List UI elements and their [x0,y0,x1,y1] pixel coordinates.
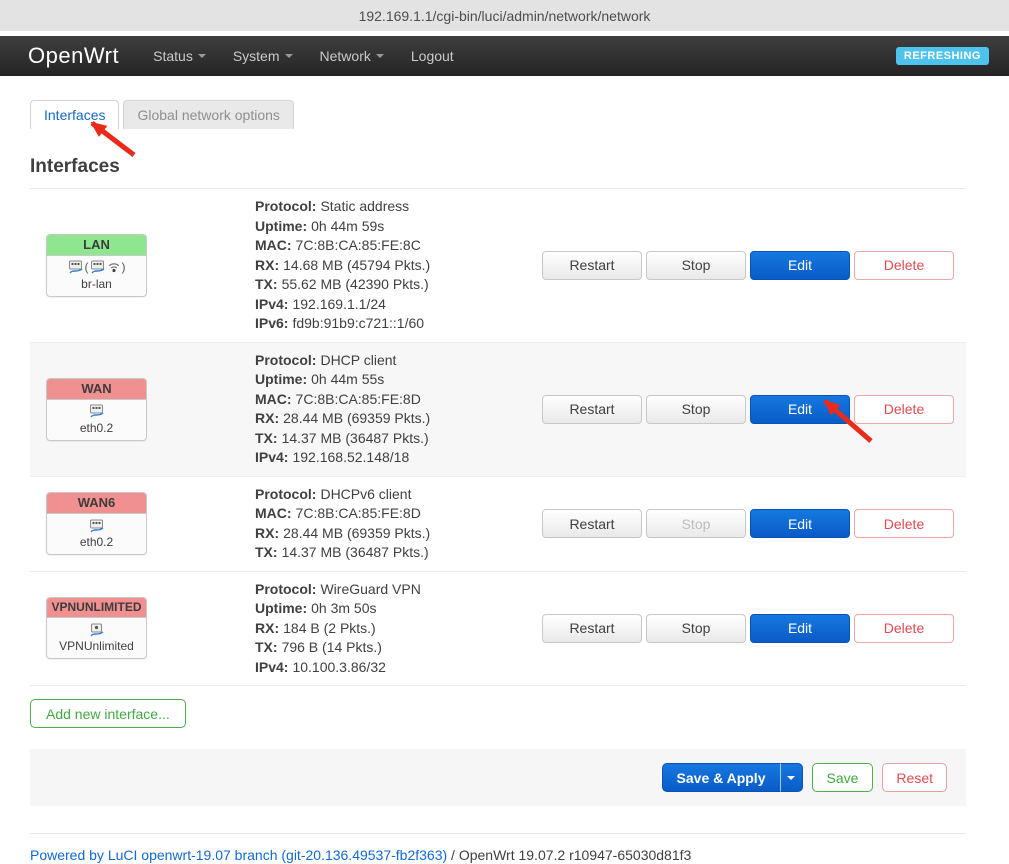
interface-details-lan: Protocol:Static address Uptime:0h 44m 59… [255,197,542,334]
main-content: Interfaces Global network options Interf… [30,100,966,806]
interface-row-wan: WAN eth0.2 Protocol:DHCP client Uptime:0… [30,343,966,477]
navbar: OpenWrt Status System Network Logout REF… [0,36,1009,76]
edit-button-lan[interactable]: Edit [750,251,850,280]
restart-button-lan[interactable]: Restart [542,251,642,280]
switch-icon [89,404,105,418]
zone-badge-wan: WAN [47,379,146,400]
stop-button-wan[interactable]: Stop [646,395,746,424]
delete-button-lan[interactable]: Delete [854,251,954,280]
save-apply-dropdown-button[interactable] [780,763,803,792]
chevron-down-icon [285,54,293,62]
edit-button-wan[interactable]: Edit [750,395,850,424]
zone-badge-vpnunlimited: VPNUNLIMITED [47,598,146,618]
browser-url-bar[interactable]: 192.169.1.1/cgi-bin/luci/admin/network/n… [0,0,1009,31]
interface-card-wan6: WAN6 eth0.2 [46,492,147,555]
device-name: VPNUnlimited [47,639,146,653]
interface-details-vpnunlimited: Protocol:WireGuard VPN Uptime:0h 3m 50s … [255,580,542,678]
interface-details-wan6: Protocol:DHCPv6 client MAC:7C:8B:CA:85:F… [255,485,542,563]
switch-icon [89,519,105,533]
divider [30,833,966,834]
nav-item-system[interactable]: System [233,48,293,64]
delete-button-wan[interactable]: Delete [854,395,954,424]
interface-card-lan: LAN ( ) br-lan [46,234,147,297]
restart-button-wan6[interactable]: Restart [542,509,642,538]
page-title: Interfaces [30,156,966,178]
device-name: eth0.2 [47,535,146,549]
footer: Powered by LuCI openwrt-19.07 branch (gi… [30,833,966,863]
ethernet-icon [68,260,84,274]
edit-button-wan6[interactable]: Edit [750,509,850,538]
nav-item-network[interactable]: Network [320,48,384,64]
edit-button-vpnunlimited[interactable]: Edit [750,614,850,643]
tunnel-icon [89,623,105,637]
openwrt-logo: OpenWrt [28,43,119,69]
stop-button-lan[interactable]: Stop [646,251,746,280]
tab-interfaces[interactable]: Interfaces [30,100,119,129]
refreshing-badge: REFRESHING [896,47,989,65]
save-button[interactable]: Save [812,763,874,792]
zone-badge-lan: LAN [47,235,146,256]
browser-url: 192.169.1.1/cgi-bin/luci/admin/network/n… [359,8,651,24]
device-name: eth0.2 [47,421,146,435]
interface-details-wan: Protocol:DHCP client Uptime:0h 44m 55s M… [255,351,542,468]
wifi-icon [107,260,121,274]
tab-global-network-options[interactable]: Global network options [123,100,293,129]
chevron-down-icon [787,776,795,784]
delete-button-vpnunlimited[interactable]: Delete [854,614,954,643]
interface-card-wan: WAN eth0.2 [46,378,147,441]
device-name: br-lan [47,277,146,291]
interface-row-wan6: WAN6 eth0.2 Protocol:DHCPv6 client MAC:7… [30,477,966,572]
chevron-down-icon [198,54,206,62]
chevron-down-icon [376,54,384,62]
zone-badge-wan6: WAN6 [47,493,146,514]
add-new-interface-button[interactable]: Add new interface... [30,699,186,728]
interface-row-lan: LAN ( ) br-lan Protocol:Static address U… [30,189,966,343]
action-bar: Save & Apply Save Reset [30,749,966,806]
interface-row-vpnunlimited: VPNUNLIMITED VPNUnlimited Protocol:WireG… [30,572,966,687]
nav-item-logout[interactable]: Logout [411,48,454,64]
restart-button-wan[interactable]: Restart [542,395,642,424]
delete-button-wan6[interactable]: Delete [854,509,954,538]
nav-item-status[interactable]: Status [153,48,206,64]
save-apply-button[interactable]: Save & Apply [662,763,780,792]
interface-card-vpnunlimited: VPNUNLIMITED VPNUnlimited [46,597,147,659]
tab-bar: Interfaces Global network options [30,100,966,129]
stop-button-wan6[interactable]: Stop [646,509,746,538]
switch-icon [90,260,106,274]
restart-button-vpnunlimited[interactable]: Restart [542,614,642,643]
stop-button-vpnunlimited[interactable]: Stop [646,614,746,643]
save-apply-split-button: Save & Apply [662,763,803,792]
reset-button[interactable]: Reset [882,763,947,792]
luci-branch-link[interactable]: Powered by LuCI openwrt-19.07 branch (gi… [30,847,447,863]
openwrt-version: / OpenWrt 19.07.2 r10947-65030d81f3 [447,847,691,863]
